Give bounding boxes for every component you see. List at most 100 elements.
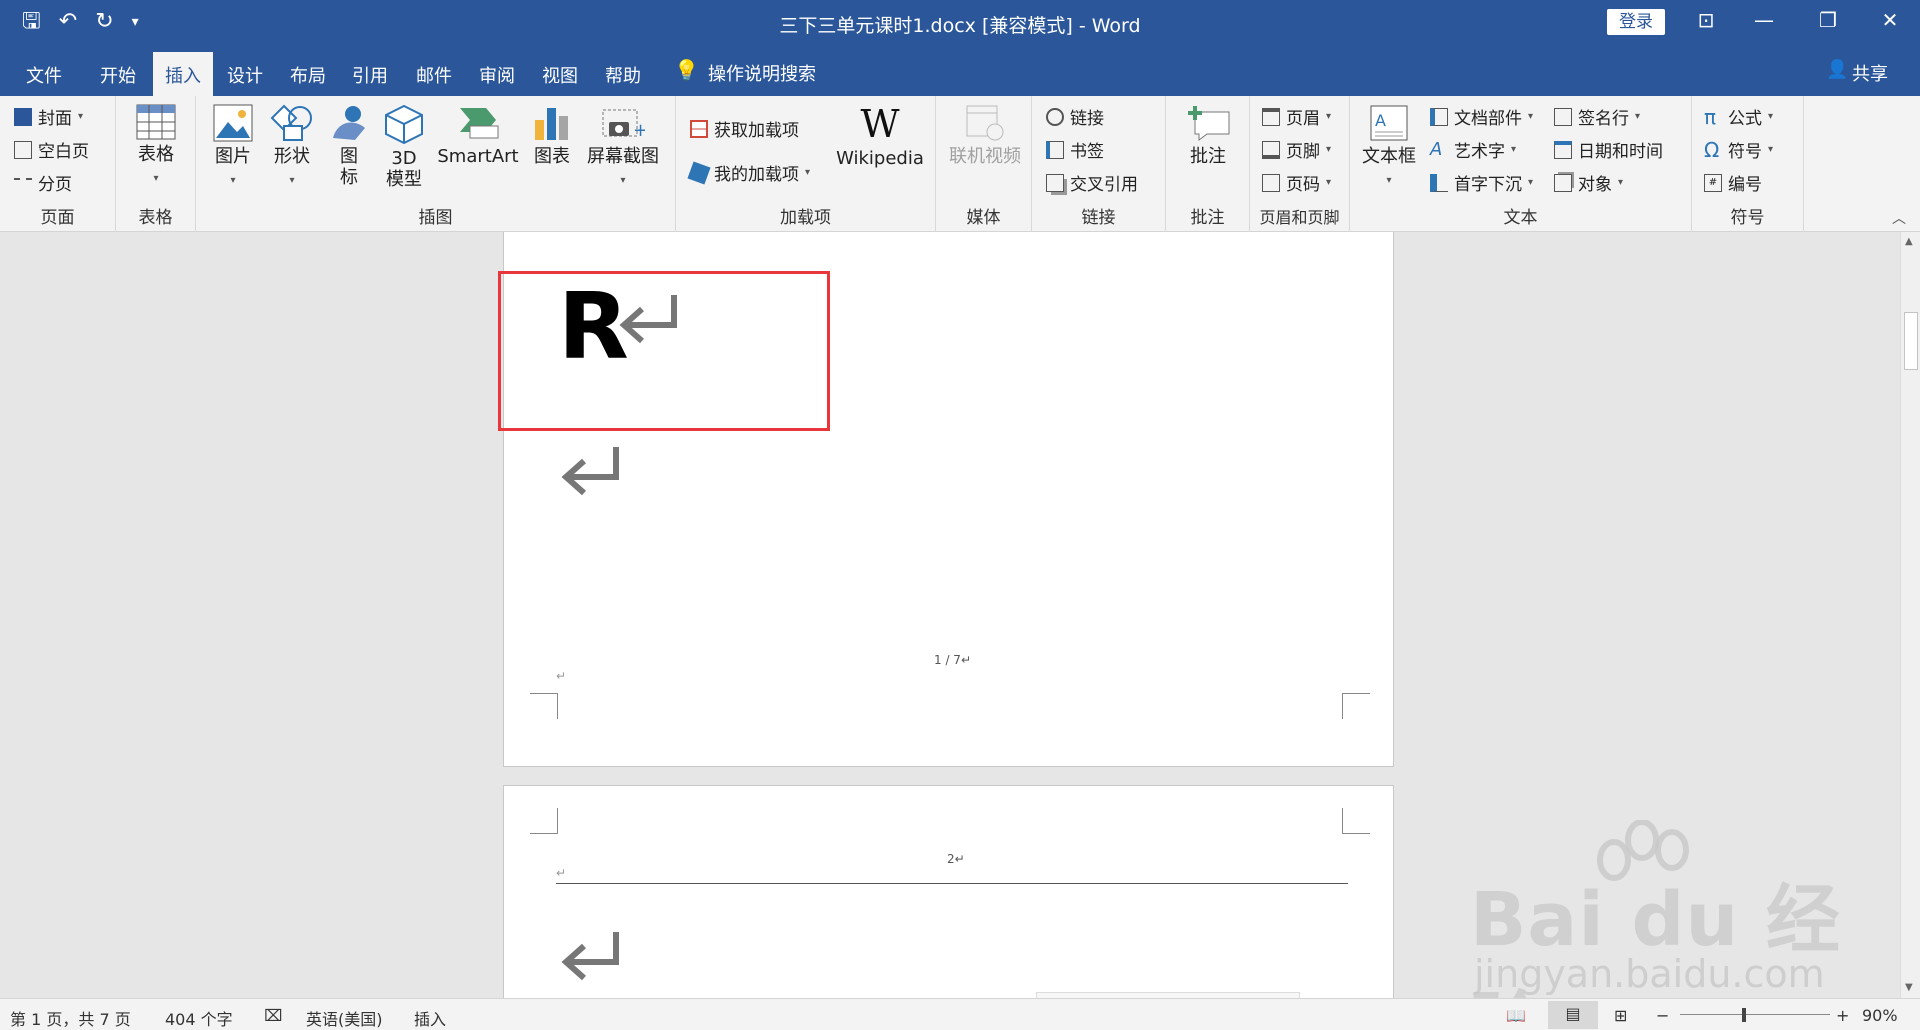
tab-design[interactable]: 设计 <box>227 62 263 88</box>
cover-page-button[interactable]: 封面 ▾ <box>14 104 83 129</box>
blank-page-icon <box>14 140 32 159</box>
get-addins-button[interactable]: 获取加载项 <box>690 116 799 141</box>
crop-mark <box>530 693 558 719</box>
shapes-button[interactable]: 形状 ▾ <box>268 104 316 191</box>
crop-mark <box>530 808 558 834</box>
scroll-up-icon[interactable]: ▲ <box>1905 236 1913 247</box>
bookmark-button[interactable]: 书签 <box>1046 137 1104 162</box>
page-number-icon <box>1262 173 1280 192</box>
zoom-slider-thumb[interactable] <box>1742 1008 1746 1022</box>
tab-view[interactable]: 视图 <box>542 62 578 88</box>
my-addins-button[interactable]: 我的加载项 ▾ <box>687 160 810 185</box>
header-button[interactable]: 页眉 ▾ <box>1262 104 1331 129</box>
ribbon-display-options-icon[interactable]: ⊡ <box>1686 8 1726 32</box>
signature-line-button[interactable]: 签名行 ▾ <box>1554 104 1640 129</box>
group-text: A 文本框 ▾ 文档部件 ▾ A 艺术字 ▾ 首字下沉 ▾ 签名行 ▾ 日期和时间 对象 ▾ … <box>1350 96 1692 232</box>
print-layout-icon[interactable]: ▤ <box>1548 1001 1598 1029</box>
footer-button[interactable]: 页脚 ▾ <box>1262 137 1331 162</box>
object-button[interactable]: 对象 ▾ <box>1554 170 1623 195</box>
crop-mark <box>1342 693 1370 719</box>
equation-button[interactable]: π 公式 ▾ <box>1704 104 1773 130</box>
zoom-out-icon[interactable]: − <box>1656 1006 1669 1025</box>
blank-page-button[interactable]: 空白页 <box>14 137 89 162</box>
scroll-thumb[interactable] <box>1904 312 1918 370</box>
footer-icon <box>1262 140 1280 159</box>
svg-text:+: + <box>633 120 645 141</box>
tab-help[interactable]: 帮助 <box>605 62 641 88</box>
footer-paragraph-mark: ↵ <box>556 669 567 683</box>
pictures-button[interactable]: 图片 ▾ <box>210 104 256 191</box>
web-layout-icon[interactable]: ⊞ <box>1614 1006 1627 1025</box>
group-links: 链接 书签 交叉引用 链接 <box>1032 96 1166 232</box>
cross-reference-icon <box>1046 173 1064 192</box>
collapse-ribbon-icon[interactable]: ︿ <box>1892 208 1906 228</box>
table-icon <box>136 104 176 140</box>
read-mode-icon[interactable]: 📖 <box>1506 1006 1526 1025</box>
tab-file[interactable]: 文件 <box>26 62 62 88</box>
language[interactable]: 英语(美国) <box>306 1006 383 1030</box>
restore-icon[interactable]: ❐ <box>1808 8 1848 32</box>
group-header-footer: 页眉 ▾ 页脚 ▾ 页码 ▾ 页眉和页脚 <box>1250 96 1350 232</box>
tab-layout[interactable]: 布局 <box>290 62 326 88</box>
quick-parts-button[interactable]: 文档部件 ▾ <box>1430 104 1533 129</box>
wikipedia-button[interactable]: W Wikipedia <box>832 104 928 169</box>
drop-cap-button[interactable]: 首字下沉 ▾ <box>1430 170 1533 195</box>
cross-reference-button[interactable]: 交叉引用 <box>1046 170 1138 195</box>
proofing-icon[interactable]: ⌧ <box>264 1006 282 1025</box>
scroll-down-icon[interactable]: ▼ <box>1905 982 1913 993</box>
tab-home[interactable]: 开始 <box>100 62 136 88</box>
table-button[interactable]: 表格 ▾ <box>132 104 180 189</box>
group-symbols: π 公式 ▾ Ω 符号 ▾ # 编号 符号 <box>1692 96 1804 232</box>
header-icon <box>1262 107 1280 126</box>
wordart-button[interactable]: A 艺术字 ▾ <box>1430 137 1516 162</box>
group-label-tables: 表格 <box>138 208 173 228</box>
smartart-icon <box>460 108 499 139</box>
share-button[interactable]: 共享 <box>1852 60 1888 86</box>
word-count[interactable]: 404 个字 <box>165 1006 233 1030</box>
baidu-watermark: Bai du 经验 jingyan.baidu.com <box>1470 820 1890 1030</box>
page-break-button[interactable]: 分页 <box>14 170 72 195</box>
tab-insert[interactable]: 插入 <box>153 52 213 96</box>
icons-button[interactable]: 图标 <box>326 104 372 188</box>
date-time-button[interactable]: 日期和时间 <box>1554 137 1663 162</box>
3d-models-button[interactable]: 3D模型 <box>382 104 426 190</box>
paragraph-mark-icon <box>561 932 619 981</box>
quick-parts-icon <box>1430 107 1448 126</box>
symbol-button[interactable]: Ω 符号 ▾ <box>1704 137 1773 163</box>
chart-button[interactable]: 图表 <box>530 104 574 167</box>
new-comment-button[interactable]: 批注 <box>1180 104 1236 167</box>
page-info[interactable]: 第 1 页，共 7 页 <box>10 1006 131 1030</box>
vertical-scrollbar[interactable]: ▲ ▼ <box>1900 232 1920 998</box>
ribbon-tabs: 文件 开始 插入 设计 布局 引用 邮件 审阅 视图 帮助 💡 操作说明搜索 👤… <box>0 46 1920 96</box>
link-button[interactable]: 链接 <box>1046 104 1104 129</box>
minimize-icon[interactable]: — <box>1744 8 1784 32</box>
crop-mark <box>1342 808 1370 834</box>
text-box-icon: A <box>1370 105 1408 141</box>
pi-icon: π <box>1704 104 1717 129</box>
object-icon <box>1554 173 1572 192</box>
number-button[interactable]: # 编号 <box>1704 170 1762 195</box>
zoom-level[interactable]: 90% <box>1862 1006 1898 1025</box>
insert-mode[interactable]: 插入 <box>414 1006 446 1030</box>
group-tables: 表格 ▾ 表格 <box>116 96 196 232</box>
tab-references[interactable]: 引用 <box>352 62 388 88</box>
close-icon[interactable]: ✕ <box>1870 8 1910 32</box>
group-label-header-footer: 页眉和页脚 <box>1259 208 1340 227</box>
group-pages: 封面 ▾ 空白页 分页 页面 <box>0 96 116 232</box>
text-box-button[interactable]: A 文本框 ▾ <box>1360 104 1418 191</box>
tab-review[interactable]: 审阅 <box>479 62 515 88</box>
my-addins-icon <box>687 160 711 185</box>
screenshot-button[interactable]: + 屏幕截图 ▾ <box>584 104 662 191</box>
zoom-in-icon[interactable]: + <box>1836 1006 1849 1025</box>
tab-mailings[interactable]: 邮件 <box>416 62 452 88</box>
page-number-button[interactable]: 页码 ▾ <box>1262 170 1331 195</box>
zoom-slider[interactable] <box>1680 1014 1830 1015</box>
group-label-links: 链接 <box>1081 208 1116 228</box>
tell-me-search[interactable]: 操作说明搜索 <box>708 60 816 86</box>
lightbulb-icon: 💡 <box>674 58 699 82</box>
group-label-text: 文本 <box>1503 208 1538 228</box>
login-button[interactable]: 登录 <box>1607 9 1665 35</box>
online-video-button[interactable]: 联机视频 <box>944 104 1026 167</box>
smartart-button[interactable]: SmartArt <box>436 104 520 167</box>
header-paragraph-mark: ↵ <box>556 866 567 880</box>
